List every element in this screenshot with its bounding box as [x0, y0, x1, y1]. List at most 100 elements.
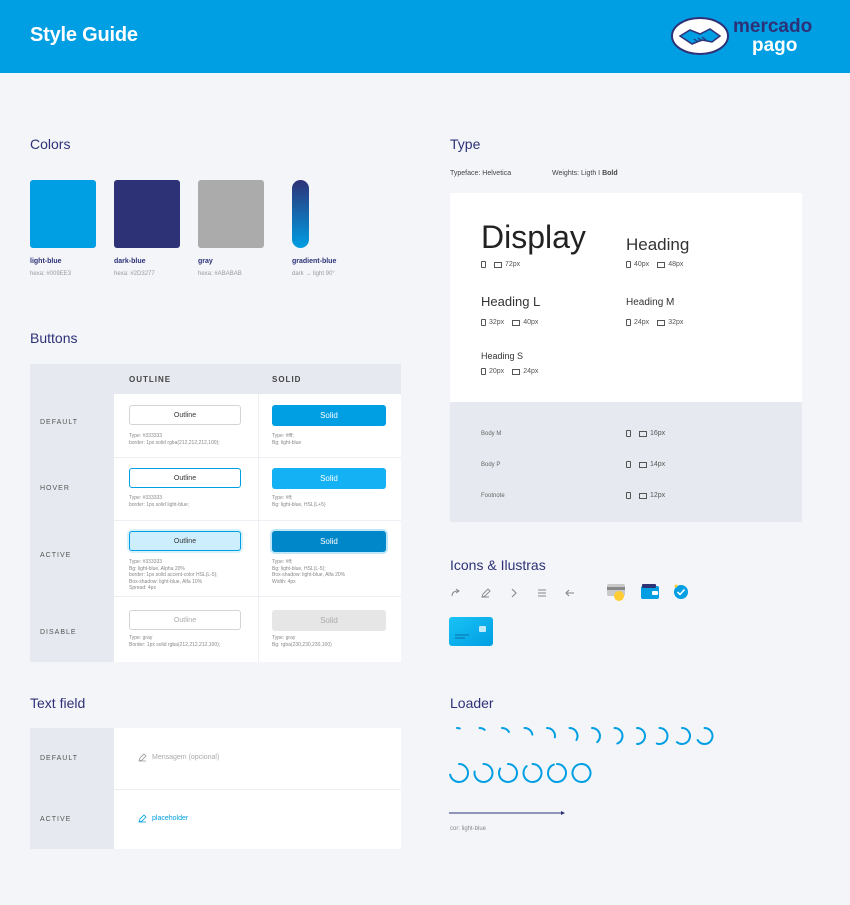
outline-button-disabled[interactable]: Outline	[129, 610, 241, 630]
loader-frame	[523, 727, 534, 736]
loader-frame	[591, 727, 601, 744]
swatch-gray	[198, 180, 264, 248]
heading-s-sample: Heading S	[481, 351, 524, 361]
solid-button-default[interactable]: Solid	[272, 405, 386, 426]
wallet-illustration	[641, 584, 659, 599]
outline-button-hover[interactable]: Outline	[129, 468, 241, 488]
swatch-name: gray	[198, 258, 213, 265]
chevron-right-icon[interactable]	[508, 587, 520, 599]
col-outline-header: OUTLINE	[129, 375, 172, 384]
row-label: DEFAULT	[40, 419, 78, 426]
solid-button-active[interactable]: Solid	[272, 531, 386, 552]
loader-frame	[501, 727, 510, 733]
logo-text-pago: pago	[752, 35, 798, 56]
size-value: 24px	[523, 368, 539, 375]
edit-icon[interactable]	[480, 587, 492, 599]
credit-card-illustration	[449, 617, 493, 646]
loader-frame	[571, 763, 592, 783]
row-label: ACTIVE	[40, 552, 72, 559]
size-value: 16px	[650, 430, 666, 437]
heading-l-sample: Heading L	[481, 294, 541, 309]
text-field-placeholder: Mensagem (opcional)	[152, 754, 220, 761]
desktop-icon	[639, 492, 647, 499]
desktop-icon	[512, 368, 521, 375]
buttons-section-title: Buttons	[30, 330, 78, 346]
loader-color-note: cor: light-blue	[450, 826, 487, 832]
mobile-icon	[481, 319, 486, 326]
swatch-hex: dark → light 90°	[292, 271, 335, 277]
desktop-icon	[639, 430, 647, 437]
typeface-label: Typeface: Helvetica	[450, 170, 512, 177]
loader-section-title: Loader	[450, 695, 494, 711]
button-spec-note: Type: gray Bg: rgba(230,230,230,100)	[272, 635, 332, 648]
text-field-default[interactable]: Mensagem (opcional)	[138, 753, 219, 762]
heading-sample: Heading	[626, 235, 690, 254]
divider	[114, 596, 401, 597]
size-spec: 16px	[626, 430, 665, 437]
loader-frame	[449, 763, 469, 783]
body-sizes-box: Body M 16px Body P 14px Footnote 12px	[450, 402, 802, 522]
desktop-icon	[639, 461, 647, 468]
divider	[114, 457, 401, 458]
loader-frame	[696, 727, 714, 745]
desktop-icon	[512, 319, 521, 326]
pencil-icon	[138, 814, 147, 823]
loader-frames	[449, 727, 714, 783]
loader-frame	[613, 727, 624, 745]
row-label-column	[30, 728, 114, 849]
textfield-section-title: Text field	[30, 695, 86, 711]
size-value: 72px	[505, 261, 521, 268]
menu-icon[interactable]	[536, 587, 548, 599]
swatch-hex: hexa: #ABABAB	[198, 271, 242, 277]
size-value: 32px	[489, 319, 505, 326]
mobile-icon	[626, 492, 631, 499]
mobile-icon	[626, 319, 631, 326]
heading-m-sample: Heading M	[626, 297, 675, 308]
display-sample: Display	[481, 219, 586, 255]
mobile-icon	[626, 261, 631, 268]
loader-frame	[636, 727, 646, 745]
button-spec-note: Type: gray Border: 1px solid rgba(212,21…	[129, 635, 221, 648]
loader-frame	[547, 763, 567, 783]
body-sample: Body M	[481, 431, 502, 437]
mobile-icon	[481, 368, 486, 375]
loader-progress-line	[449, 811, 565, 815]
loader-frame	[478, 727, 486, 731]
loader-frame	[473, 763, 494, 783]
swatch-hex: hexa: #009EE3	[30, 271, 72, 277]
size-value: 48px	[668, 261, 684, 268]
row-label: DISABLE	[40, 629, 77, 636]
colors-section-title: Colors	[30, 136, 71, 152]
swatch-gradient-blue	[292, 180, 309, 248]
text-field-placeholder: placeholder	[152, 815, 189, 822]
mercado-pago-logo: mercado pago	[670, 14, 820, 58]
outline-button-default[interactable]: Outline	[129, 405, 241, 425]
loader-frame	[498, 763, 518, 783]
weights-prefix: Weights: Ligth I	[552, 170, 603, 177]
text-field-active[interactable]: placeholder	[138, 814, 188, 823]
button-spec-note: Type: #fff; Bg: light-blue	[272, 433, 302, 446]
mobile-icon	[481, 261, 486, 268]
button-spec-note: Type: #333333 Bg: light-blue, Alpha 20% …	[129, 559, 218, 591]
share-icon[interactable]	[450, 587, 462, 599]
solid-button-hover[interactable]: Solid	[272, 468, 386, 489]
desktop-icon	[657, 319, 666, 326]
button-spec-note: Type: #333333 border: 1px solid rgba(212…	[129, 433, 220, 446]
swatch-light-blue	[30, 180, 96, 248]
swatch-name: light-blue	[30, 258, 62, 265]
row-label: ACTIVE	[40, 816, 72, 823]
outline-button-active[interactable]: Outline	[129, 531, 241, 551]
solid-button-disabled[interactable]: Solid	[272, 610, 386, 631]
swatch-hex: hexa: #2D3277	[114, 271, 155, 277]
swatch-name: gradient-blue	[292, 258, 337, 265]
body-sample: Footnote	[481, 493, 505, 499]
desktop-icon	[494, 261, 502, 268]
loader-frame	[568, 727, 579, 741]
button-spec-note: Type: #333333 border: 1px solid light-bl…	[129, 495, 190, 508]
row-label-column	[30, 364, 114, 662]
size-value: 24px	[634, 319, 650, 326]
card-illustration	[607, 584, 625, 601]
top-bar: Style Guide mercado pago	[0, 0, 850, 73]
weights-label: Weights: Ligth I Bold	[552, 170, 618, 177]
arrow-left-icon[interactable]	[564, 587, 576, 599]
